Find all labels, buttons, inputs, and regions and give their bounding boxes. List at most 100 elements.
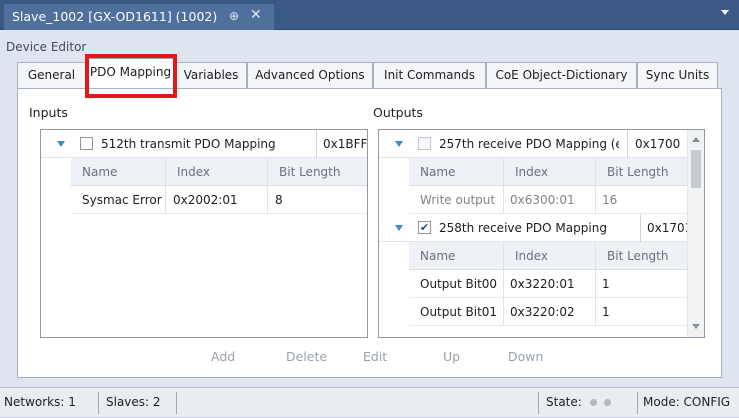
inputs-group-name: 512th transmit PDO Mapping bbox=[101, 137, 276, 151]
edit-button[interactable]: Edit bbox=[363, 349, 387, 364]
column-divider bbox=[640, 214, 641, 242]
header-bit-length[interactable]: Bit Length bbox=[607, 249, 668, 263]
inputs-pdo-group[interactable]: 512th transmit PDO Mapping 0x1BFF bbox=[41, 130, 367, 158]
outputs-group-1-index: 0x1700 bbox=[635, 137, 681, 151]
cell-bit-length: 8 bbox=[275, 193, 283, 207]
column-divider bbox=[503, 298, 504, 326]
tab-advanced-options[interactable]: Advanced Options bbox=[247, 62, 373, 88]
outputs-group-2-name: 258th receive PDO Mapping bbox=[439, 221, 607, 235]
tab-general[interactable]: General bbox=[17, 62, 86, 88]
cell-name: Output Bit00 bbox=[420, 277, 498, 291]
outputs-group-1-name: 257th receive PDO Mapping (e bbox=[439, 137, 619, 151]
pin-icon[interactable]: ⊕ bbox=[229, 9, 239, 23]
inputs-column-header: Name Index Bit Length bbox=[71, 158, 367, 186]
scroll-thumb[interactable] bbox=[691, 150, 701, 188]
header-name[interactable]: Name bbox=[420, 249, 455, 263]
column-divider bbox=[595, 298, 596, 326]
cell-bit-length: 1 bbox=[602, 277, 610, 291]
header-index[interactable]: Index bbox=[515, 249, 548, 263]
column-divider bbox=[165, 158, 166, 186]
cell-name: Write output bbox=[420, 193, 496, 207]
status-separator bbox=[538, 392, 539, 414]
inputs-group-index: 0x1BFF bbox=[323, 137, 368, 151]
header-bit-length[interactable]: Bit Length bbox=[607, 165, 668, 179]
cell-bit-length: 16 bbox=[602, 193, 618, 207]
cell-name: Output Bit01 bbox=[420, 305, 498, 319]
inputs-label: Inputs bbox=[29, 105, 68, 120]
inputs-group-checkbox[interactable] bbox=[80, 137, 93, 150]
status-state-label: State: bbox=[546, 395, 582, 409]
expander-icon[interactable] bbox=[395, 141, 403, 147]
outputs-pdo-group-1[interactable]: 257th receive PDO Mapping (e 0x1700 bbox=[379, 130, 687, 158]
column-divider bbox=[503, 158, 504, 186]
tab-init-commands[interactable]: Init Commands bbox=[373, 62, 486, 88]
up-button[interactable]: Up bbox=[443, 349, 460, 364]
outputs-group-2-index: 0x1701 bbox=[647, 221, 693, 235]
expander-icon[interactable] bbox=[395, 225, 403, 231]
column-divider bbox=[267, 186, 268, 214]
state-indicator-icon bbox=[604, 399, 612, 406]
cell-index: 0x2002:01 bbox=[173, 193, 238, 207]
tab-sync-units[interactable]: Sync Units bbox=[637, 62, 718, 88]
column-divider bbox=[267, 158, 268, 186]
table-row[interactable]: Output Bit00 0x3220:01 1 bbox=[409, 270, 687, 298]
window-dropdown-icon[interactable] bbox=[721, 10, 729, 15]
delete-button[interactable]: Delete bbox=[286, 349, 327, 364]
column-divider bbox=[595, 158, 596, 186]
title-bar: Slave_1002 [GX-OD1611] (1002) ⊕ ✕ bbox=[0, 0, 739, 30]
outputs-label: Outputs bbox=[373, 105, 423, 120]
scroll-up-icon[interactable] bbox=[692, 137, 700, 142]
outputs-group-2-checkbox[interactable]: ✔ bbox=[418, 221, 431, 234]
pdo-mapping-panel: Inputs 512th transmit PDO Mapping 0x1BFF… bbox=[17, 88, 722, 378]
table-row[interactable]: Write output 0x6300:01 16 bbox=[409, 186, 687, 214]
state-indicator-icon bbox=[589, 399, 597, 406]
down-button[interactable]: Down bbox=[508, 349, 543, 364]
status-bar: Networks: 1 Slaves: 2 State: Mode: CONFI… bbox=[0, 387, 739, 417]
cell-index: 0x6300:01 bbox=[510, 193, 575, 207]
cell-index: 0x3220:01 bbox=[510, 277, 575, 291]
column-divider bbox=[595, 186, 596, 214]
status-separator bbox=[98, 392, 99, 414]
column-divider bbox=[503, 186, 504, 214]
table-row[interactable]: Output Bit01 0x3220:02 1 bbox=[409, 298, 687, 326]
status-separator bbox=[637, 392, 638, 414]
cell-index: 0x3220:02 bbox=[510, 305, 575, 319]
column-divider bbox=[627, 130, 628, 158]
status-state: State: bbox=[546, 388, 612, 418]
document-tab[interactable]: Slave_1002 [GX-OD1611] (1002) ⊕ ✕ bbox=[4, 4, 274, 30]
header-bit-length[interactable]: Bit Length bbox=[279, 165, 340, 179]
column-divider bbox=[595, 270, 596, 298]
column-divider bbox=[503, 242, 504, 270]
header-index[interactable]: Index bbox=[515, 165, 548, 179]
column-divider bbox=[316, 130, 317, 158]
outputs-group-1-column-header: Name Index Bit Length bbox=[409, 158, 687, 186]
tab-variables[interactable]: Variables bbox=[175, 62, 247, 88]
device-editor-window: Slave_1002 [GX-OD1611] (1002) ⊕ ✕ Device… bbox=[0, 0, 739, 417]
scroll-down-icon[interactable] bbox=[692, 324, 700, 329]
cell-bit-length: 1 bbox=[602, 305, 610, 319]
device-editor-label: Device Editor bbox=[6, 40, 87, 54]
column-divider bbox=[595, 242, 596, 270]
inputs-list[interactable]: 512th transmit PDO Mapping 0x1BFF Name I… bbox=[40, 129, 368, 338]
status-separator bbox=[176, 392, 177, 414]
status-mode: Mode: CONFIG bbox=[643, 395, 731, 409]
header-name[interactable]: Name bbox=[82, 165, 117, 179]
header-index[interactable]: Index bbox=[177, 165, 210, 179]
tab-pdo-mapping[interactable]: PDO Mapping bbox=[86, 58, 175, 88]
column-divider bbox=[165, 186, 166, 214]
document-title: Slave_1002 [GX-OD1611] (1002) bbox=[12, 9, 218, 24]
header-name[interactable]: Name bbox=[420, 165, 455, 179]
tab-coe-object-dictionary[interactable]: CoE Object-Dictionary bbox=[486, 62, 637, 88]
outputs-group-1-checkbox[interactable] bbox=[418, 137, 431, 150]
expander-icon[interactable] bbox=[57, 141, 65, 147]
add-button[interactable]: Add bbox=[211, 349, 235, 364]
outputs-list[interactable]: 257th receive PDO Mapping (e 0x1700 Name… bbox=[378, 129, 705, 338]
cell-name: Sysmac Error : bbox=[82, 193, 164, 207]
close-icon[interactable]: ✕ bbox=[250, 7, 262, 23]
outputs-scrollbar[interactable] bbox=[687, 130, 704, 337]
status-slaves: Slaves: 2 bbox=[106, 395, 161, 409]
column-divider bbox=[503, 270, 504, 298]
status-networks: Networks: 1 bbox=[4, 395, 76, 409]
outputs-pdo-group-2[interactable]: ✔ 258th receive PDO Mapping 0x1701 bbox=[379, 214, 692, 242]
table-row[interactable]: Sysmac Error : 0x2002:01 8 bbox=[71, 186, 367, 214]
